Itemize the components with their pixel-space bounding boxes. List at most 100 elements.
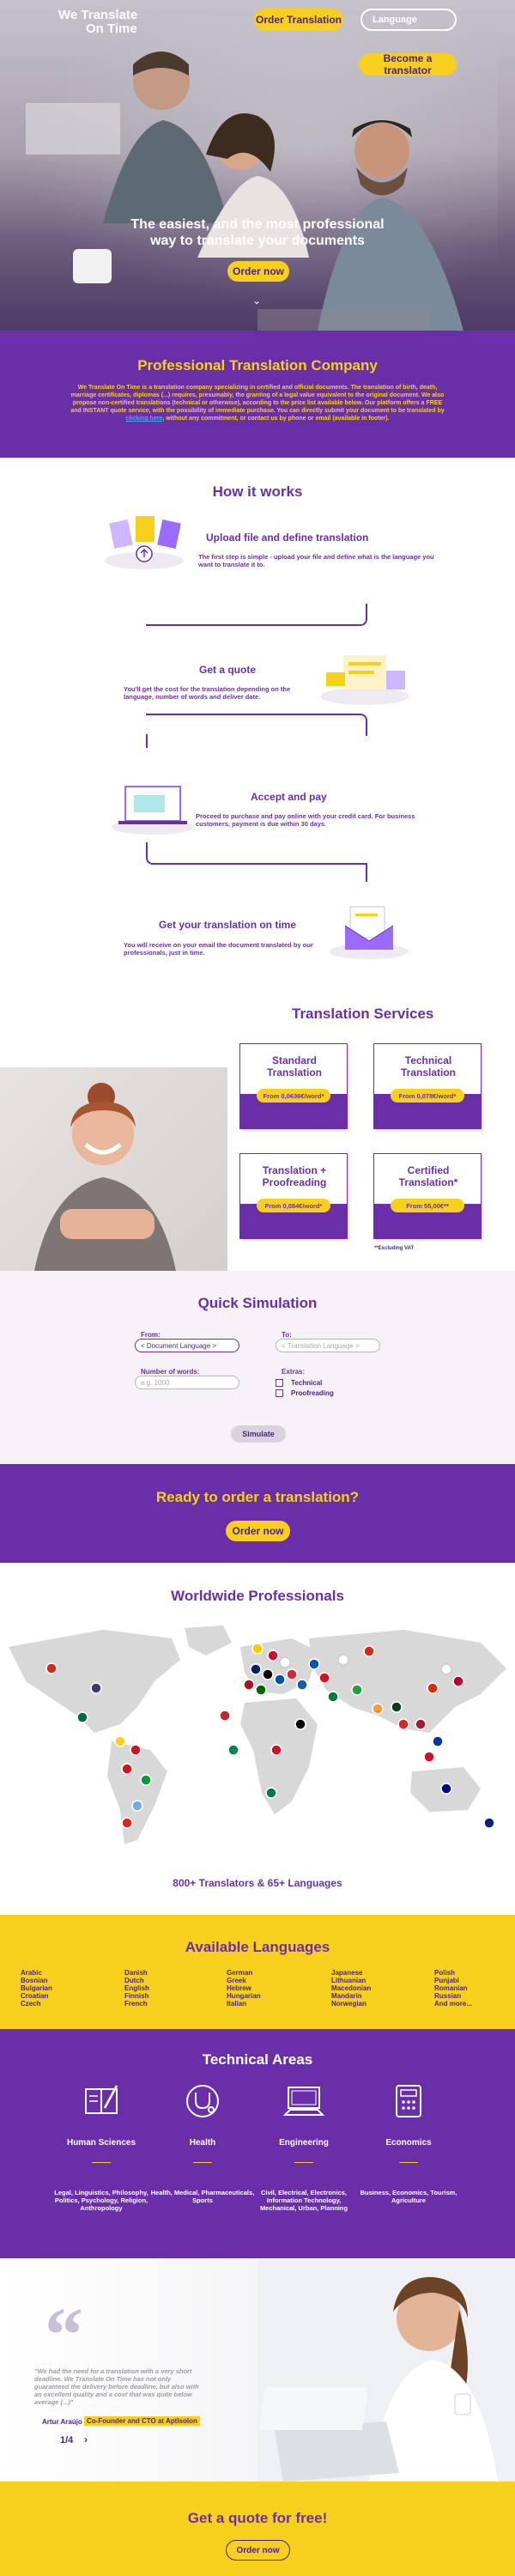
service-card-certified[interactable]: Certified Translation* From 55,00€** [373,1153,482,1239]
area-text-human-sciences: Legal, Linguistics, Philosophy, Politics… [54,2189,148,2212]
submit-document-link[interactable]: clicking here [126,416,163,422]
chevron-down-icon[interactable]: ⌄ [252,295,261,307]
how-it-works-section: How it works Upload file and define tran… [0,458,515,981]
language-item: Norwegian [331,2000,367,2008]
service-card-title: Certified Translation* [374,1164,482,1188]
hero-title-line2: way to translate your documents [150,234,365,248]
company-section: Professional Translation Company We Tran… [0,331,515,458]
card-line2: Translation* [398,1176,458,1188]
become-translator-button[interactable]: Become a translator [359,52,457,76]
company-text-2: , without any commitment, or contact us … [162,416,390,422]
connector-2b [146,734,148,748]
proofreading-checkbox-label: Proofreading [291,1389,334,1397]
technical-checkbox[interactable] [276,1379,283,1387]
language-item: Croatian [21,1992,49,2000]
vat-note: **Excluding VAT [374,1246,415,1251]
step3-text: Proceed to purchase and pay online with … [196,812,415,828]
language-item: Arabic [21,1969,42,1977]
area-title-human-sciences: Human Sciences [66,2138,136,2148]
service-card-title: Standard Translation [240,1054,348,1078]
connector-1 [146,604,367,626]
services-title: Translation Services [292,1005,434,1022]
language-item: Italian [227,2000,247,2008]
language-item: Mandarin [331,1992,362,2000]
language-column-1: Arabic Bosnian Bulgarian Croatian Czech [21,1969,52,2008]
ready-title: Ready to order a translation? [155,1489,360,1505]
price-badge: From 0,0636€/word* [257,1089,330,1103]
testimonial-quote: "We had the need for a translation with … [34,2367,199,2406]
quick-title: Quick Simulation [197,1295,318,1311]
from-language-select[interactable]: < Document Language > [135,1339,239,1352]
step2-text: You'll get the cost for the translation … [124,685,291,701]
language-item: Bulgarian [21,1984,52,1992]
language-item: Polish [434,1969,456,1977]
words-input[interactable]: e.g. 1000 [135,1376,239,1389]
language-label: Language [373,15,417,25]
area-text-health: Health, Medical, Pharmaceuticals, Sports [150,2189,255,2204]
step3-title: Accept and pay [251,791,327,803]
ready-order-button[interactable]: Order now [226,1521,290,1541]
delivery-illustration [330,906,409,959]
card-line1: Standard [271,1054,317,1066]
proofreading-checkbox[interactable] [276,1389,283,1397]
price-badge: From 0,078€/word* [391,1089,464,1103]
step4-text: You will receive on your email the docum… [124,941,313,957]
price-badge: From 0,084€/word* [257,1199,330,1212]
order-translation-button[interactable]: Order Translation [254,9,343,31]
language-column-4: Japanese Lithuanian Macedonian Mandarin … [331,1969,371,2008]
words-label: Number of words: [141,1368,200,1376]
connector-3 [146,842,367,865]
calculator-icon [396,2085,421,2117]
book-pen-icon [85,2085,118,2114]
language-item: Hungarian [227,1992,261,2000]
stethoscope-icon [186,2085,219,2117]
service-card-title: Technical Translation [374,1054,482,1078]
service-card-title: Translation + Proofreading [240,1164,348,1188]
area-divider [399,2162,418,2163]
testimonial-page-indicator: 1/4 [60,2435,74,2445]
hero-section: We Translate On Time Order Translation L… [0,0,515,331]
to-label: To: [282,1331,292,1339]
simulate-button[interactable]: Simulate [231,1425,286,1443]
woman-laptop-photo [258,2258,515,2482]
card-line2: Proofreading [262,1176,327,1188]
language-item: Danish [124,1969,148,1977]
area-text-engineering: Civil, Electrical, Electronics, Informat… [259,2189,348,2212]
area-title-health: Health [189,2138,216,2148]
quote-icon: “ [45,2293,83,2378]
logo[interactable]: We Translate On Time [58,9,137,36]
language-item: Romanian [434,1984,468,1992]
service-card-standard[interactable]: Standard Translation From 0,0636€/word* [239,1043,348,1129]
hero-order-button[interactable]: Order now [227,261,289,282]
language-item: Japanese [331,1969,363,1977]
language-column-3: German Greek Hebrew Hungarian Italian [227,1969,261,2008]
language-column-2: Danish Dutch English Finnish French [124,1969,149,2008]
smiling-woman-photo [0,1067,227,1271]
to-language-select[interactable]: < Translation Language > [276,1339,380,1352]
chevron-right-icon[interactable]: › [84,2433,88,2445]
card-line2: Translation [266,1066,322,1078]
service-card-proofreading[interactable]: Translation + Proofreading From 0,084€/wo… [239,1153,348,1239]
area-title-economics: Economics [385,2138,432,2148]
connector-2 [146,714,367,736]
step2-title: Get a quote [199,664,257,676]
language-item: Czech [21,2000,41,2008]
language-more-link[interactable]: And more... [434,2000,472,2008]
language-column-5: Polish Punjabi Romanian Russian And more… [434,1969,472,2008]
language-item: Russian [434,1992,462,2000]
logo-line1: We Translate [58,8,138,22]
ready-to-order-section: Ready to order a translation? Order now [0,1464,515,1563]
world-map [0,1621,515,1853]
language-select[interactable]: Language [360,9,457,31]
translation-services-section: Translation Services Standard Translation… [0,981,515,1271]
logo-line2: On Time [86,21,137,36]
language-item: Dutch [124,1977,144,1984]
free-quote-order-button[interactable]: Order now [226,2540,290,2561]
language-item: Finnish [124,1992,149,2000]
quick-simulation-section: Quick Simulation From: < Document Langua… [0,1271,515,1464]
worldwide-section: Worldwide Professionals 800+ Translators… [0,1563,515,1915]
free-quote-title: Get a quote for free! [187,2510,328,2526]
language-item: German [227,1969,253,1977]
quote-illustration [320,655,409,705]
service-card-technical[interactable]: Technical Translation From 0,078€/word* [373,1043,482,1129]
